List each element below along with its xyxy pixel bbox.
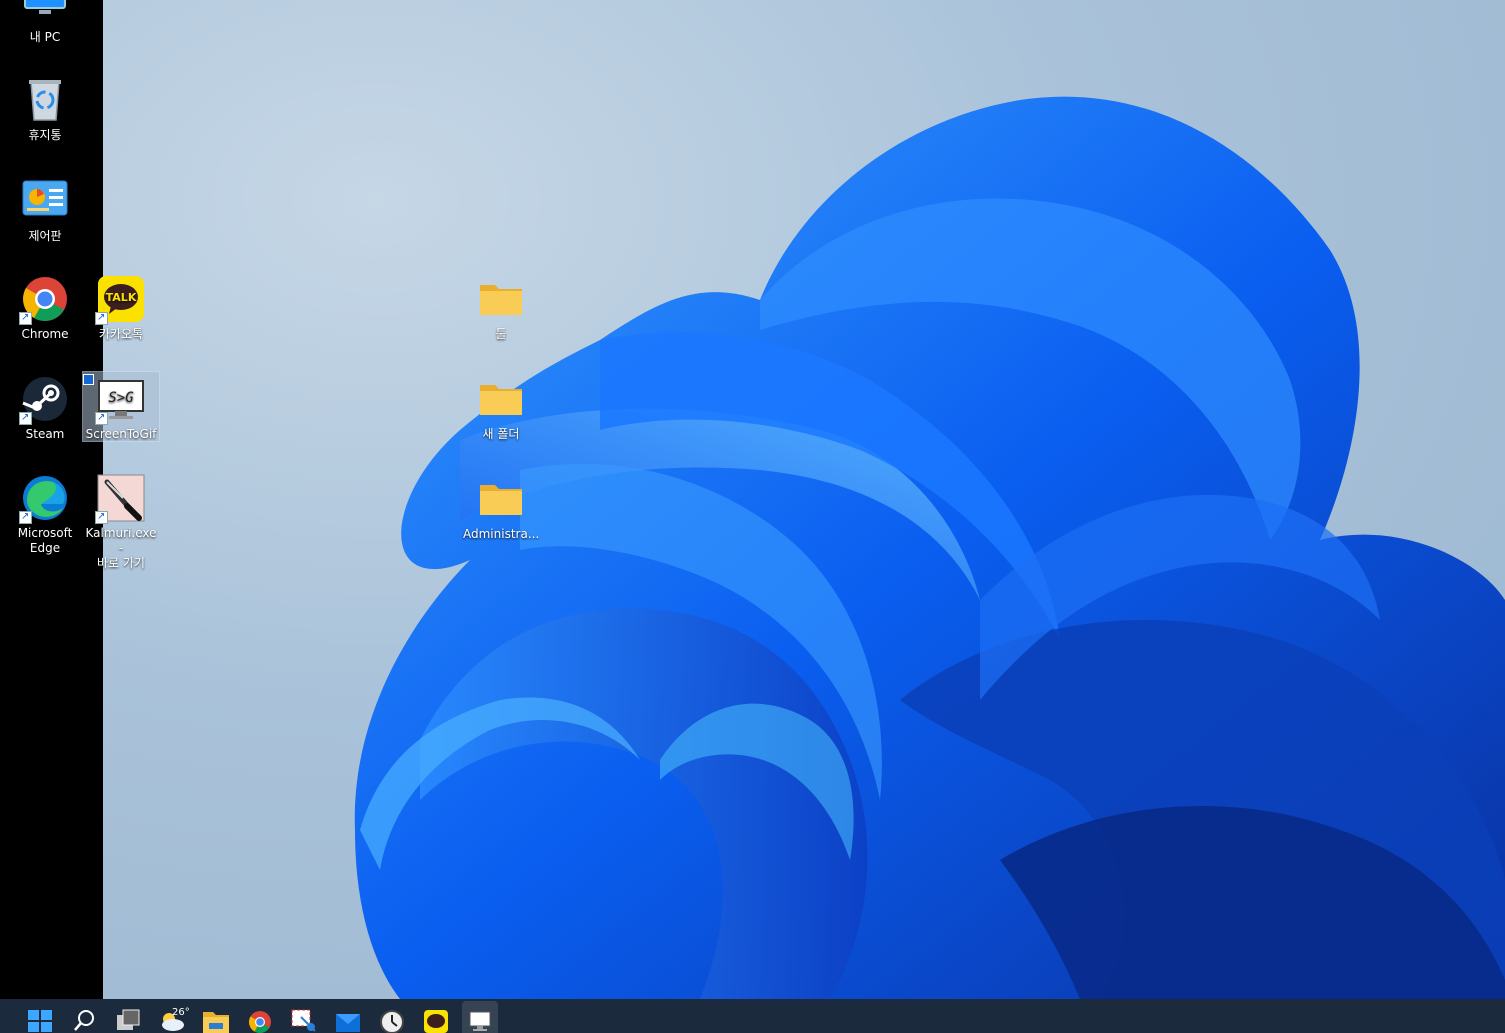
desktop-icon-label-line2: 바로 가기 xyxy=(97,556,145,570)
chrome-taskbar-button[interactable] xyxy=(245,1005,275,1033)
control-panel-icon xyxy=(21,177,69,225)
folder-label: 툴 xyxy=(495,327,507,341)
screentogif-badge: S>G xyxy=(108,390,134,406)
folder-icon xyxy=(477,375,525,423)
snipping-tool-button[interactable] xyxy=(289,1005,319,1033)
screentogif-taskbar-button[interactable] xyxy=(462,1001,498,1033)
kalmuri-icon xyxy=(95,474,145,524)
desktop-icon-label: Chrome xyxy=(21,327,69,341)
clock-app-button[interactable] xyxy=(377,1005,407,1033)
windows-logo-icon xyxy=(28,1010,52,1032)
shortcut-arrow-icon xyxy=(19,310,32,325)
desktop-folder-administrator[interactable]: Administra... xyxy=(463,475,539,542)
desktop-folder-tool[interactable]: 툴 xyxy=(463,275,539,342)
steam-icon xyxy=(19,375,69,425)
mail-icon xyxy=(336,1014,360,1032)
folder-icon xyxy=(477,475,525,523)
desktop[interactable]: 내 PC 휴지통 제어판 Chrome TALK 카카오톡 Steam xyxy=(0,0,1505,999)
file-explorer-button[interactable] xyxy=(201,1005,231,1033)
recycle-bin-icon xyxy=(21,76,69,124)
kakaotalk-badge: TALK xyxy=(106,291,137,304)
desktop-icon-label-line2: Edge xyxy=(29,541,61,555)
kakaotalk-taskbar-button[interactable] xyxy=(421,1005,451,1033)
folder-label: Administra... xyxy=(463,527,540,541)
chrome-icon xyxy=(249,1011,271,1033)
desktop-icon-label-line1: Kalmuri.exe - xyxy=(85,526,157,555)
desktop-icon-label: 카카오톡 xyxy=(98,327,144,341)
bloom-wallpaper xyxy=(354,96,1505,999)
folder-icon xyxy=(477,275,525,323)
selection-checkbox[interactable] xyxy=(83,374,94,385)
monitor-icon xyxy=(21,0,69,26)
desktop-icon-screentogif[interactable]: S>G ScreenToGif xyxy=(82,371,160,442)
desktop-icon-kakaotalk[interactable]: TALK 카카오톡 xyxy=(83,275,159,342)
desktop-icon-label: 휴지통 xyxy=(28,128,62,142)
task-view-button[interactable] xyxy=(113,1005,143,1033)
desktop-icon-kalmuri[interactable]: Kalmuri.exe - 바로 가기 xyxy=(83,474,159,571)
start-button[interactable] xyxy=(25,1005,55,1033)
desktop-icon-control-panel[interactable]: 제어판 xyxy=(7,177,83,244)
desktop-icon-label: ScreenToGif xyxy=(85,427,157,441)
search-icon xyxy=(74,1010,94,1031)
screentogif-icon xyxy=(469,1011,491,1031)
clock-icon xyxy=(380,1010,404,1033)
desktop-icon-label-line1: Microsoft xyxy=(17,526,73,540)
snipping-tool-icon xyxy=(291,1009,316,1032)
shortcut-arrow-icon xyxy=(95,509,108,524)
mail-button[interactable] xyxy=(333,1005,363,1033)
file-explorer-icon xyxy=(203,1012,229,1033)
desktop-icon-edge[interactable]: Microsoft Edge xyxy=(7,474,83,556)
shortcut-arrow-icon xyxy=(19,410,32,425)
desktop-folder-new[interactable]: 새 폴더 xyxy=(463,375,539,442)
weather-widget[interactable]: 26° xyxy=(157,1005,190,1033)
desktop-icon-label: Steam xyxy=(25,427,65,441)
shortcut-arrow-icon xyxy=(19,509,32,524)
screentogif-icon: S>G xyxy=(95,375,145,425)
task-view-icon xyxy=(117,1009,140,1030)
desktop-icon-label: 제어판 xyxy=(28,229,62,243)
desktop-icon-my-pc[interactable]: 내 PC xyxy=(7,0,83,45)
desktop-icon-recycle-bin[interactable]: 휴지통 xyxy=(7,76,83,143)
search-button[interactable] xyxy=(69,1005,99,1033)
chrome-icon xyxy=(19,275,69,325)
taskbar: 26° xyxy=(0,999,1505,1033)
kakaotalk-icon xyxy=(424,1010,448,1033)
shortcut-arrow-icon xyxy=(95,310,108,325)
weather-temperature: 26° xyxy=(172,1007,190,1018)
shortcut-arrow-icon xyxy=(95,410,108,425)
desktop-icon-steam[interactable]: Steam xyxy=(7,375,83,442)
folder-label: 새 폴더 xyxy=(482,427,520,441)
edge-icon xyxy=(19,474,69,524)
kakaotalk-icon: TALK xyxy=(95,275,145,325)
desktop-icon-label: 내 PC xyxy=(29,30,61,44)
desktop-icon-chrome[interactable]: Chrome xyxy=(7,275,83,342)
